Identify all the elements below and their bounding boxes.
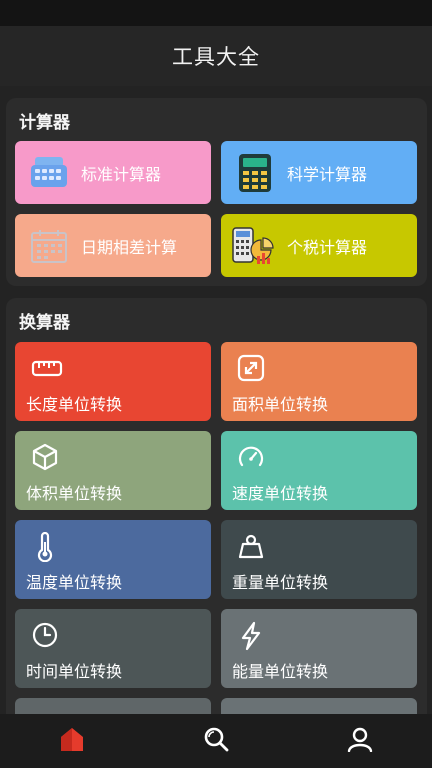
card-label: 标准计算器 (81, 164, 162, 184)
converter-card-partial-left[interactable] (15, 698, 211, 714)
weight-icon (237, 532, 265, 560)
card-label: 速度单位转换 (232, 484, 329, 503)
section-title-converters: 换算器 (19, 313, 70, 333)
time-converter-card[interactable]: 时间单位转换 (15, 609, 211, 688)
energy-converter-card[interactable]: 能量单位转换 (221, 609, 417, 688)
length-converter-card[interactable]: 长度单位转换 (15, 342, 211, 421)
ruler-icon (31, 354, 63, 382)
card-label: 温度单位转换 (26, 573, 123, 592)
cube-icon (31, 443, 59, 471)
home-icon (58, 725, 86, 757)
temperature-converter-card[interactable]: 温度单位转换 (15, 520, 211, 599)
card-label: 面积单位转换 (232, 395, 329, 414)
speed-converter-card[interactable]: 速度单位转换 (221, 431, 417, 510)
card-label: 能量单位转换 (232, 662, 329, 681)
card-label: 个税计算器 (287, 237, 368, 257)
clock-icon (31, 621, 59, 649)
weight-converter-card[interactable]: 重量单位转换 (221, 520, 417, 599)
card-label: 体积单位转换 (26, 484, 123, 503)
card-label: 时间单位转换 (26, 662, 123, 681)
standard-calculator-card[interactable]: 标准计算器 (15, 141, 211, 204)
bottom-navigation (0, 714, 432, 768)
app-bar: 工具大全 (0, 26, 432, 86)
section-title-calculators: 计算器 (19, 113, 70, 133)
calendar-icon (25, 224, 73, 268)
nav-search[interactable] (186, 714, 246, 768)
scientific-calculator-icon (231, 151, 279, 195)
search-icon (203, 726, 229, 756)
main-content[interactable]: 计算器 标准计算器 科学计算器 日期相差计算 个税计算器 换算器 长度单位转换 … (0, 86, 432, 714)
converter-section: 换算器 长度单位转换 面积单位转换 体积单位转换 速度单位转换 温度单位转换 重… (6, 298, 427, 714)
area-converter-card[interactable]: 面积单位转换 (221, 342, 417, 421)
date-difference-card[interactable]: 日期相差计算 (15, 214, 211, 277)
converter-card-partial-right[interactable] (221, 698, 417, 714)
income-tax-calculator-card[interactable]: 个税计算器 (221, 214, 417, 277)
card-label: 长度单位转换 (26, 395, 123, 414)
nav-home[interactable] (42, 714, 102, 768)
page-title: 工具大全 (172, 45, 260, 69)
expand-arrows-icon (237, 354, 265, 382)
thermometer-icon (31, 531, 59, 563)
speedometer-icon (237, 443, 265, 471)
card-label: 科学计算器 (287, 164, 368, 184)
calculator-section: 计算器 标准计算器 科学计算器 日期相差计算 个税计算器 (6, 98, 427, 286)
volume-converter-card[interactable]: 体积单位转换 (15, 431, 211, 510)
calculator-keypad-icon (25, 151, 73, 195)
user-icon (347, 726, 373, 756)
lightning-icon (237, 621, 265, 651)
scientific-calculator-card[interactable]: 科学计算器 (221, 141, 417, 204)
tax-calculator-icon (231, 224, 279, 268)
status-bar (0, 0, 432, 26)
card-label: 日期相差计算 (81, 237, 178, 257)
card-label: 重量单位转换 (232, 573, 329, 592)
nav-profile[interactable] (330, 714, 390, 768)
